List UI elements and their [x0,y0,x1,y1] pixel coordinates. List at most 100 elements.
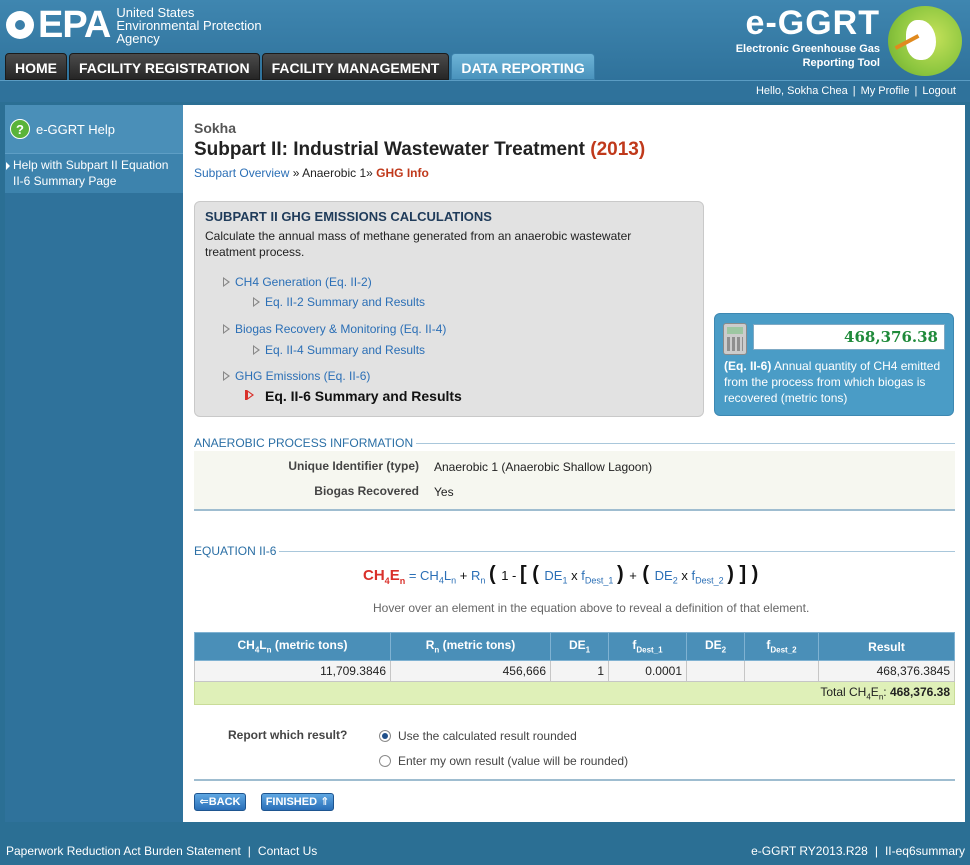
my-profile-link[interactable]: My Profile [861,85,910,97]
report-which-label: Report which result? [228,728,348,742]
cell-ch4ln: 11,709.3846 [194,660,391,682]
tab-home[interactable]: HOME [5,53,67,80]
reporting-year: (2013) [590,139,646,160]
tab-facility-registration[interactable]: FACILITY REGISTRATION [69,53,260,80]
tab-facility-management[interactable]: FACILITY MANAGEMENT [261,53,450,80]
version-label: e-GGRT RY2013.R28 [751,844,868,858]
total-value: 468,376.38 [889,684,950,699]
finished-arrow-icon: ⇑ [317,796,330,808]
option-own-label[interactable]: Enter my own result (value will be round… [398,754,628,768]
option-calculated-row[interactable]: Use the calculated result rounded [379,729,577,743]
link-eq-ii2-summary[interactable]: Eq. II-2 Summary and Results [251,295,425,309]
col-fdest1: fDest_1 [608,632,687,661]
main-nav: HOME FACILITY REGISTRATION FACILITY MANA… [5,53,595,80]
epa-logo[interactable]: EPA United States Environmental Protecti… [6,4,262,46]
eq-de2[interactable]: DE2 [655,568,678,586]
cell-result: 468,376.3845 [818,660,955,682]
col-fdest2: fDest_2 [744,632,819,661]
sidebar: ? e-GGRT Help Help with Subpart II Equat… [5,105,183,822]
total-cell: Total CH4En: 468,376.38 [194,681,955,705]
anaerobic-section-heading: ANAEROBIC PROCESS INFORMATION [194,436,955,450]
link-biogas-recovery[interactable]: Biogas Recovery & Monitoring (Eq. II-4) [221,322,446,336]
user-bar: Hello, Sokha Chea | My Profile | Logout [0,80,970,102]
page-title: Subpart II: Industrial Wastewater Treatm… [194,139,645,161]
link-ghg-emissions[interactable]: GHG Emissions (Eq. II-6) [221,369,370,383]
anaerobic-info-panel: Unique Identifier (type) Anaerobic 1 (An… [194,451,955,511]
annual-ch4-value: 468,376.38 [753,324,945,350]
paperwork-link[interactable]: Paperwork Reduction Act Burden Statement [6,844,241,858]
eq-fdest1[interactable]: fDest_1 [581,568,613,586]
table-header-row: CH4Ln (metric tons) Rn (metric tons) DE1… [194,632,955,661]
col-de1: DE1 [550,632,609,661]
equation-hint: Hover over an element in the equation ab… [373,601,810,615]
breadcrumb-separator: » [366,166,373,180]
calculator-icon [723,323,747,355]
back-label: BACK [208,796,241,808]
col-rn: Rn (metric tons) [390,632,551,661]
cell-de2 [686,660,745,682]
option-own-row[interactable]: Enter my own result (value will be round… [379,754,628,768]
eq-ch4en[interactable]: CH4En [363,567,405,586]
breadcrumb-subpart-overview[interactable]: Subpart Overview [194,166,289,180]
site-header: EPA United States Environmental Protecti… [0,0,970,80]
page-title-text: Subpart II: Industrial Wastewater Treatm… [194,139,585,160]
breadcrumb-separator: » [292,166,300,180]
eggrt-wordmark: e-GGRT [745,4,880,42]
cell-fdest2 [744,660,819,682]
contact-us-link[interactable]: Contact Us [258,844,317,858]
cell-fdest1: 0.0001 [608,660,687,682]
table-row: 11,709.3846 456,666 1 0.0001 468,376.384… [194,660,955,682]
egret-logo-icon [888,6,962,76]
agency-line-2: Environmental Protection [116,17,262,33]
biogas-label: Biogas Recovered [314,484,419,498]
finished-button[interactable]: FINISHED ⇑ [261,793,334,811]
link-eq-ii4-summary[interactable]: Eq. II-4 Summary and Results [251,343,425,357]
breadcrumb: Subpart Overview » Anaerobic 1» GHG Info [194,166,429,180]
back-arrow-icon: ⇐ [199,796,209,808]
help-question-icon: ? [10,119,30,139]
eggrt-brand: e-GGRT Electronic Greenhouse Gas Reporti… [736,4,880,70]
anaerobic-heading-text: ANAEROBIC PROCESS INFORMATION [194,436,414,450]
annual-ch4-description: (Eq. II-6) Annual quantity of CH4 emitte… [724,358,950,406]
option-calculated-label[interactable]: Use the calculated result rounded [398,729,577,743]
link-ch4-generation[interactable]: CH4 Generation (Eq. II-2) [221,275,372,289]
table-total-row: Total CH4En: 468,376.38 [194,681,955,705]
divider [194,779,955,781]
eq-rn[interactable]: Rn [471,568,485,586]
col-result: Result [818,632,955,661]
help-header: ? e-GGRT Help [5,105,183,153]
radio-own-result[interactable] [379,755,391,767]
help-subpart-link[interactable]: Help with Subpart II Equation II-6 Summa… [5,153,183,193]
page-id-label: II-eq6summary [884,844,965,858]
site-footer: Paperwork Reduction Act Burden Statement… [0,838,970,865]
epa-flower-icon [6,11,34,39]
back-button[interactable]: ⇐BACK [194,793,246,811]
user-greeting: Hello, Sokha Chea [755,85,848,97]
breadcrumb-unit: Anaerobic 1 [302,166,367,180]
epa-wordmark: EPA [38,4,111,46]
facility-name: Sokha [194,120,237,136]
cell-de1: 1 [550,660,609,682]
current-eq-ii6-summary: Eq. II-6 Summary and Results [245,388,462,404]
ghg-calculations-panel: SUBPART II GHG EMISSIONS CALCULATIONS Ca… [194,201,704,417]
col-de2: DE2 [686,632,745,661]
eggrt-subtitle-1: Electronic Greenhouse Gas [735,43,880,55]
eq-ch4ln[interactable]: CH4Ln [420,568,456,586]
equation-ii6: CH4En = CH4Ln + Rn ( 1 - [ ( DE1 x fDest… [363,563,759,586]
uid-label: Unique Identifier (type) [288,459,419,473]
radio-calculated[interactable] [379,730,391,742]
eq-fdest2[interactable]: fDest_2 [691,568,723,586]
logout-link[interactable]: Logout [922,85,956,97]
epa-agency-name: United States Environmental Protection A… [116,6,261,45]
help-title: e-GGRT Help [36,121,115,137]
agency-line-3: Agency [116,30,160,46]
eggrt-subtitle-2: Reporting Tool [802,57,880,69]
annual-ch4-result-box: 468,376.38 (Eq. II-6) Annual quantity of… [714,313,954,416]
tab-data-reporting[interactable]: DATA REPORTING [451,53,595,80]
current-item-label: Eq. II-6 Summary and Results [265,388,462,404]
eq-de1[interactable]: DE1 [544,568,567,586]
equation-heading-text: EQUATION II-6 [194,544,277,558]
calc-panel-description: Calculate the annual mass of methane gen… [205,229,632,259]
biogas-value: Yes [434,485,454,499]
main-content: Sokha Subpart II: Industrial Wastewater … [183,105,965,822]
